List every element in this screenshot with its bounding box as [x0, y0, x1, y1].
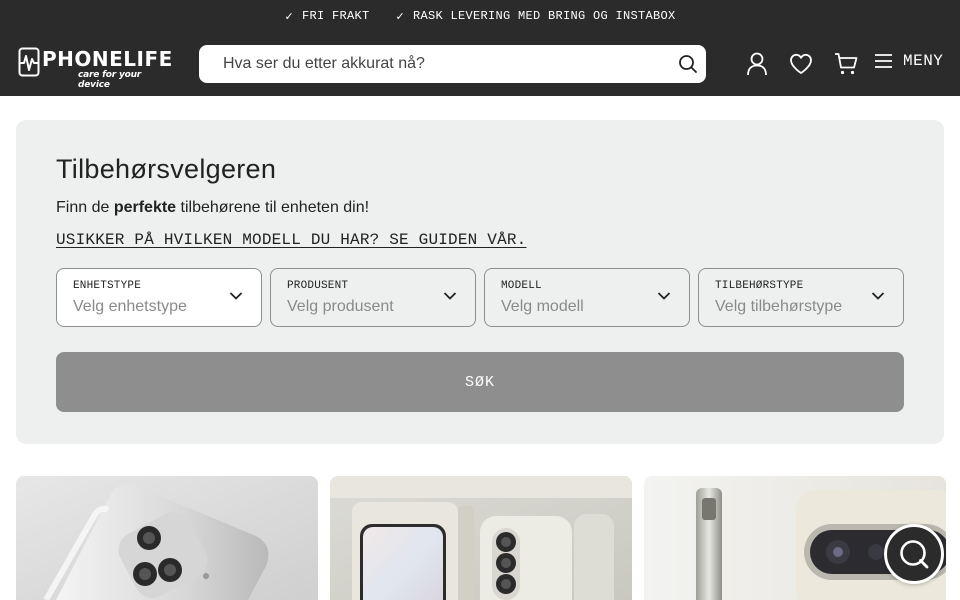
usp-fast-delivery: ✓ RASK LEVERING MED BRING OG INSTABOX — [395, 9, 675, 23]
model-guide-link[interactable]: USIKKER PÅ HVILKEN MODELL DU HAR? SE GUI… — [56, 231, 526, 249]
chat-bubble-icon — [900, 540, 929, 569]
usp-text: FRI FRAKT — [301, 9, 370, 23]
chevron-down-icon — [229, 292, 243, 300]
user-icon[interactable] — [746, 52, 768, 76]
category-cards — [16, 476, 946, 600]
manufacturer-select[interactable]: PRODUSENT Velg produsent — [270, 268, 476, 327]
selector-dropdowns: ENHETSTYPE Velg enhetstype PRODUSENT Vel… — [56, 268, 904, 327]
dropdown-value: Velg tilbehørstype — [715, 298, 843, 315]
chevron-down-icon — [443, 292, 457, 300]
phone-case-image — [16, 476, 318, 600]
dropdown-value: Velg produsent — [287, 298, 394, 315]
search-input[interactable] — [199, 45, 706, 83]
search-accessories-button[interactable]: SØK — [56, 352, 904, 412]
dropdown-label: PRODUSENT — [287, 280, 349, 292]
dropdown-value: Velg enhetstype — [73, 298, 187, 315]
selector-subtitle: Finn de perfekte tilbehørene til enheten… — [56, 199, 370, 216]
search-bar — [199, 45, 706, 83]
usp-text: RASK LEVERING MED BRING OG INSTABOX — [413, 9, 676, 23]
phone-case-image — [330, 476, 632, 600]
accessory-type-select[interactable]: TILBEHØRSTYPE Velg tilbehørstype — [698, 268, 904, 327]
check-icon: ✓ — [284, 9, 294, 23]
category-card-image[interactable] — [16, 476, 318, 600]
dropdown-label: MODELL — [501, 280, 542, 292]
dropdown-value: Velg modell — [501, 298, 584, 315]
heart-icon[interactable] — [789, 53, 813, 75]
chevron-down-icon — [871, 292, 885, 300]
logo-tagline: care for your device — [78, 70, 142, 90]
dropdown-label: TILBEHØRSTYPE — [715, 280, 804, 292]
announcement-bar: ✓ FRI FRAKT ✓ RASK LEVERING MED BRING OG… — [0, 0, 960, 32]
site-header: PHONELIFE care for your device MENY — [0, 32, 960, 96]
search-icon[interactable] — [678, 54, 698, 74]
chat-support-button[interactable] — [884, 524, 944, 584]
dropdown-label: ENHETSTYPE — [73, 280, 142, 292]
device-type-select[interactable]: ENHETSTYPE Velg enhetstype — [56, 268, 262, 327]
chevron-down-icon — [657, 292, 671, 300]
category-card-image[interactable] — [330, 476, 632, 600]
check-icon: ✓ — [395, 9, 406, 23]
menu-button[interactable]: MENY — [874, 52, 943, 70]
hamburger-icon — [875, 54, 892, 68]
model-select[interactable]: MODELL Velg modell — [484, 268, 690, 327]
menu-label: MENY — [903, 52, 944, 70]
phonelife-logo[interactable]: PHONELIFE care for your device — [18, 45, 172, 90]
usp-free-shipping: ✓ FRI FRAKT — [284, 9, 369, 23]
logo-pulse-icon — [18, 47, 40, 77]
accessory-selector: Tilbehørsvelgeren Finn de perfekte tilbe… — [16, 120, 944, 444]
cart-icon[interactable] — [834, 52, 858, 76]
logo-wordmark: PHONELIFE — [42, 47, 173, 71]
selector-title: Tilbehørsvelgeren — [56, 154, 277, 184]
